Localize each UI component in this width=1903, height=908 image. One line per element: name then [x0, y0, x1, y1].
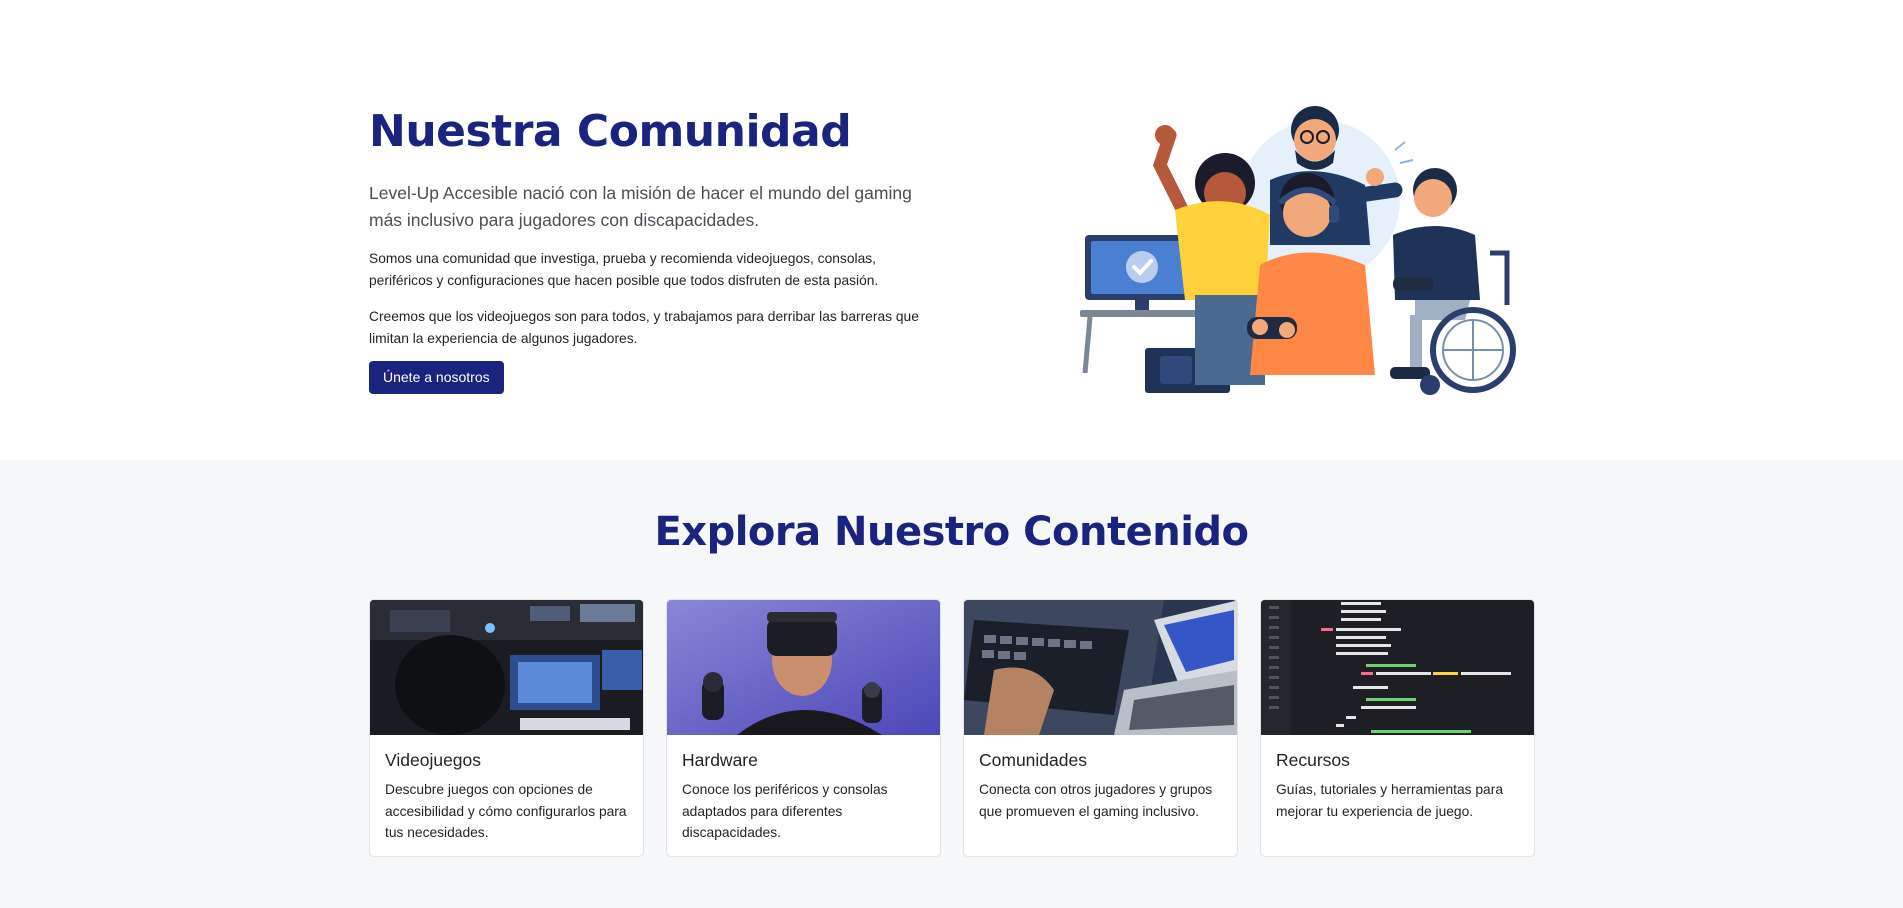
- card-body: Comunidades Conecta con otros jugadores …: [964, 735, 1237, 822]
- card-text: Descubre juegos con opciones de accesibi…: [385, 782, 627, 840]
- vr-headset-photo: [667, 600, 940, 735]
- community-lead: Level-Up Accesible nació con la misión d…: [369, 183, 912, 230]
- gaming-setup-photo: [370, 600, 643, 735]
- laptop-typing-photo: [964, 600, 1237, 735]
- card-title: Recursos: [1276, 750, 1350, 770]
- join-us-button[interactable]: Únete a nosotros: [369, 361, 504, 394]
- explore-title: Explora Nuestro Contenido: [654, 509, 1249, 555]
- content-cards: Videojuegos Descubre juegos con opciones…: [369, 599, 1535, 857]
- card-hardware[interactable]: Hardware Conoce los periféricos y consol…: [666, 599, 941, 857]
- card-body: Videojuegos Descubre juegos con opciones…: [370, 735, 643, 844]
- community-title: Nuestra Comunidad: [369, 106, 852, 157]
- card-recursos[interactable]: Recursos Guías, tutoriales y herramienta…: [1260, 599, 1535, 857]
- community-gamers-illustration: [1075, 105, 1525, 405]
- community-section: Nuestra Comunidad Level-Up Accesible nac…: [0, 0, 1903, 460]
- explore-section: Explora Nuestro Contenido Videojuegos De…: [0, 460, 1903, 908]
- card-comunidades[interactable]: Comunidades Conecta con otros jugadores …: [963, 599, 1238, 857]
- card-title: Comunidades: [979, 750, 1087, 770]
- community-paragraph-2: Creemos que los videojuegos son para tod…: [369, 309, 919, 346]
- card-body: Recursos Guías, tutoriales y herramienta…: [1261, 735, 1534, 822]
- card-title: Videojuegos: [385, 750, 482, 770]
- community-text-block: Nuestra Comunidad Level-Up Accesible nac…: [369, 100, 941, 394]
- card-text: Guías, tutoriales y herramientas para me…: [1276, 782, 1503, 819]
- code-editor-photo: [1261, 600, 1534, 735]
- card-text: Conoce los periféricos y consolas adapta…: [682, 782, 888, 840]
- card-videojuegos[interactable]: Videojuegos Descubre juegos con opciones…: [369, 599, 644, 857]
- card-title: Hardware: [682, 750, 758, 770]
- card-body: Hardware Conoce los periféricos y consol…: [667, 735, 940, 844]
- community-paragraph-1: Somos una comunidad que investiga, prueb…: [369, 251, 879, 288]
- card-text: Conecta con otros jugadores y grupos que…: [979, 782, 1213, 819]
